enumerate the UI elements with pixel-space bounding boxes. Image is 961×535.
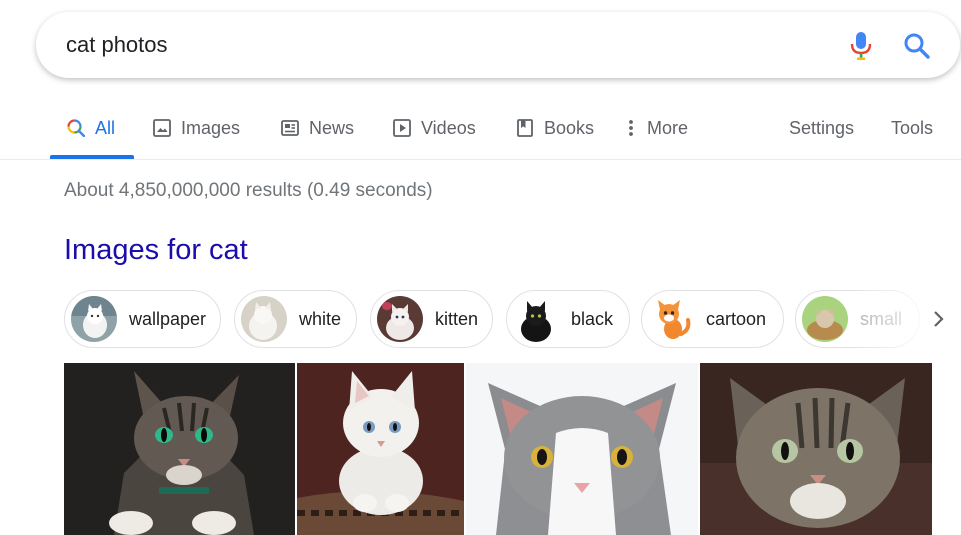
newspaper-icon [280, 118, 300, 138]
chip-thumbnail [377, 296, 423, 342]
image-icon [152, 118, 172, 138]
chip-black[interactable]: black [506, 290, 630, 348]
chip-thumbnail [648, 296, 694, 342]
tab-all[interactable]: All [66, 114, 115, 142]
play-icon [392, 118, 412, 138]
chip-white[interactable]: white [234, 290, 357, 348]
tab-label: More [647, 117, 689, 138]
chip-cartoon[interactable]: cartoon [641, 290, 784, 348]
chip-label: black [571, 308, 614, 329]
search-input[interactable]: cat photos [66, 12, 168, 78]
image-result-tabby-green-eyes[interactable] [64, 363, 295, 535]
chip-wallpaper[interactable]: wallpaper [64, 290, 221, 348]
tab-books[interactable]: Books [515, 114, 594, 142]
chip-label: kitten [435, 308, 479, 329]
refinement-chips: wallpaper white kitten black cartoon [64, 290, 961, 348]
tab-more[interactable]: More [624, 114, 688, 142]
search-multicolor-icon [66, 118, 86, 138]
tab-images[interactable]: Images [152, 114, 240, 142]
microphone-icon[interactable] [848, 31, 874, 61]
image-result-gray-white-cat[interactable] [466, 363, 698, 535]
tab-label: Videos [421, 117, 476, 138]
chip-thumbnail [71, 296, 117, 342]
search-tabs: All Images News Videos Books More Settin… [0, 96, 961, 160]
tab-label: News [309, 117, 355, 138]
active-tab-indicator [50, 155, 134, 159]
chip-thumbnail [513, 296, 559, 342]
image-result-tabby-closeup[interactable] [700, 363, 932, 535]
chip-thumbnail [241, 296, 287, 342]
bookmark-icon [515, 118, 535, 138]
tab-label: Images [181, 117, 241, 138]
chips-fade-overlay [854, 290, 934, 348]
chip-label: white [299, 308, 342, 329]
chevron-right-icon[interactable] [924, 304, 954, 334]
chip-label: wallpaper [129, 308, 207, 329]
tab-videos[interactable]: Videos [392, 114, 476, 142]
settings-link[interactable]: Settings [789, 114, 854, 142]
search-box[interactable]: cat photos [36, 12, 960, 78]
vertical-dots-icon [624, 118, 638, 138]
tab-news[interactable]: News [280, 114, 354, 142]
tools-link[interactable]: Tools [891, 114, 933, 142]
chip-kitten[interactable]: kitten [370, 290, 493, 348]
result-stats: About 4,850,000,000 results (0.49 second… [64, 180, 433, 201]
tab-label: All [95, 117, 116, 138]
images-section-title[interactable]: Images for cat [64, 234, 248, 267]
tab-label: Books [544, 117, 595, 138]
chip-label: cartoon [706, 308, 767, 329]
image-result-white-kitten[interactable] [297, 363, 464, 535]
magnifier-icon[interactable] [902, 31, 932, 61]
chip-thumbnail [802, 296, 848, 342]
